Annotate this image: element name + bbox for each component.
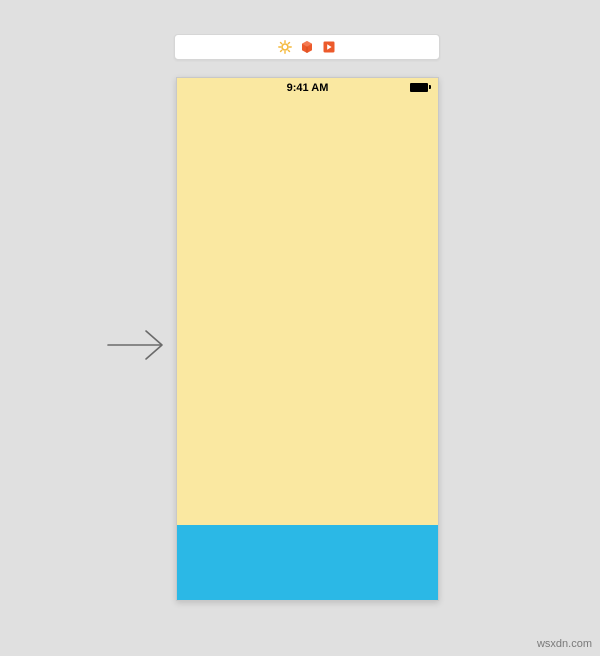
sun-icon[interactable] [278, 40, 292, 54]
bottom-panel-view[interactable] [177, 525, 438, 600]
battery-icon [410, 82, 432, 92]
cube-icon[interactable] [300, 40, 314, 54]
flow-arrow-icon [98, 320, 168, 370]
scene-toolbar [174, 34, 440, 60]
device-view-controller[interactable]: 9:41 AM [176, 77, 439, 601]
status-bar: 9:41 AM [177, 78, 438, 98]
status-time: 9:41 AM [287, 82, 329, 94]
preview-icon[interactable] [322, 40, 336, 54]
watermark-text: wsxdn.com [537, 638, 592, 650]
